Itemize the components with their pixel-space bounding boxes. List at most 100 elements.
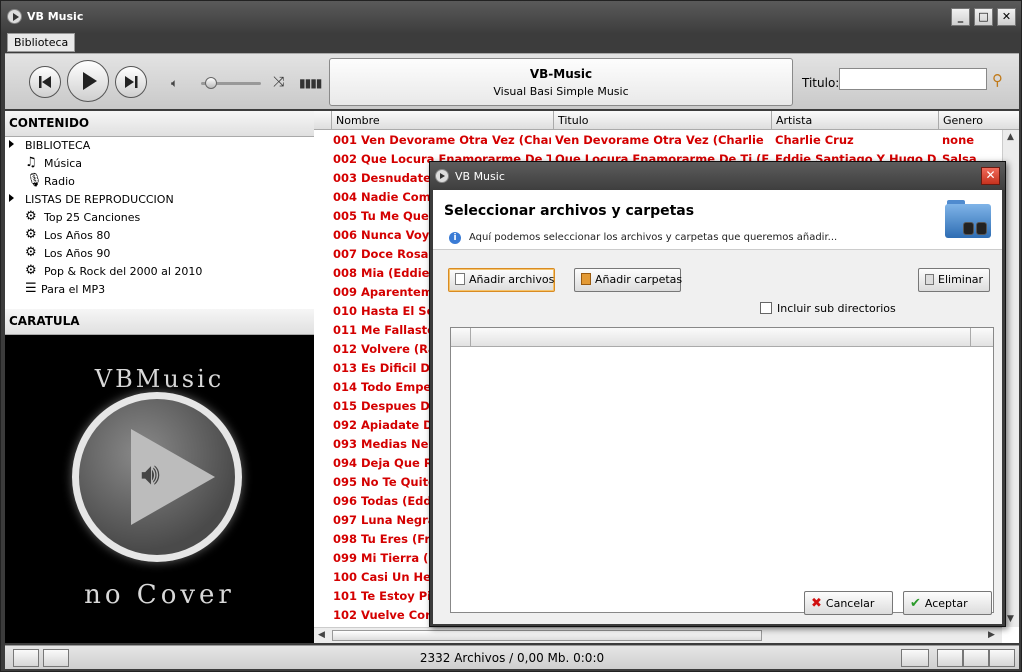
checkmark-icon: ✔ [910,596,921,611]
add-folders-button[interactable]: Añadir carpetas [574,268,683,292]
cancel-button[interactable]: ✖ Cancelar [804,591,893,615]
player-toolbar: 🔈︎ ⤨ ▮▮▮▮ VB-Music Visual Basi Simple Mu… [5,53,1019,109]
folder-search-icon [945,200,991,238]
maximize-button[interactable]: □ [974,8,993,26]
horizontal-scroll-thumb[interactable] [332,630,762,641]
include-subdirs-label: Incluir sub directorios [777,302,896,315]
no-cover-play-icon: 🔊︎ [72,392,242,562]
dialog-heading: Seleccionar archivos y carpetas [444,203,695,219]
microphone-icon: 🎙︎ [26,173,43,188]
tree-label: Para el MP3 [41,283,106,296]
accept-label: Aceptar [924,597,968,610]
cell-titulo: Ven Devorame Otra Vez (Charlie [555,133,764,147]
volume-icon: 🔈︎ [171,76,179,90]
search-icon[interactable]: ⚲ [992,71,1003,89]
tree-item-mp3[interactable]: ☰ Para el MP3 [5,281,305,299]
cancel-label: Cancelar [825,597,875,610]
scroll-up-icon[interactable]: ▲ [1007,132,1014,142]
tree-label: Música [44,157,83,170]
view-red-list-button[interactable] [901,649,929,667]
title-bar: VB Music _ □ ✕ [1,1,1021,33]
scroll-left-icon[interactable]: ◀ [318,630,325,640]
view-compact-button[interactable] [989,649,1015,667]
grid-header [451,328,993,347]
cell-artista: Charlie Cruz [775,133,854,147]
dialog-subtitle: Aquí podemos seleccionar los archivos y … [469,232,838,243]
grid-column-path[interactable] [471,328,971,347]
speaker-icon: 🔊︎ [141,457,160,492]
next-button[interactable] [115,66,147,98]
dialog-close-button[interactable]: ✕ [981,167,1000,185]
menu-biblioteca[interactable]: Biblioteca [7,33,76,52]
selected-files-grid[interactable] [450,327,994,613]
tree-item-radio[interactable]: 🎙︎ Radio [5,173,305,191]
horizontal-scrollbar[interactable]: ◀ ▶ [314,627,1002,643]
add-files-dialog: VB Music ✕ Seleccionar archivos y carpet… [429,161,1006,627]
tree-label: BIBLIOTECA [25,139,91,152]
tree-label: Los Años 90 [44,247,111,260]
cancel-icon: ✖ [811,596,822,611]
app-logo-icon [7,9,22,24]
folder-icon [581,273,591,285]
play-button[interactable] [67,60,109,102]
cover-header: CARATULA [5,309,314,335]
info-icon: i [449,232,461,244]
display-subtitle: Visual Basi Simple Music [493,85,629,98]
include-subdirs-checkbox[interactable] [760,302,772,314]
list-icon: ☰ [25,281,37,296]
tree-label: Pop & Rock del 2000 al 2010 [44,265,203,278]
trash-icon [925,274,934,285]
delete-label: Eliminar [938,273,984,286]
add-folders-label: Añadir carpetas [595,273,683,286]
tree-item-top25[interactable]: ⚙ Top 25 Canciones [5,209,305,227]
scroll-right-icon[interactable]: ▶ [988,630,995,640]
column-titulo[interactable]: Titulo [553,111,771,130]
tree-item-90s[interactable]: ⚙ Los Años 90 [5,245,305,263]
cover-bottom-text: no Cover [84,580,235,610]
tree-item-biblioteca[interactable]: BIBLIOTECA [5,137,305,155]
table-row[interactable]: 001 Ven Devorame Otra Vez (Charlie C Ven … [314,130,1002,149]
scroll-down-icon[interactable]: ▼ [1007,614,1014,624]
gear-icon: ⚙ [25,227,37,242]
tree-item-80s[interactable]: ⚙ Los Años 80 [5,227,305,245]
accept-button[interactable]: ✔ Aceptar [903,591,992,615]
dialog-title-bar: VB Music ✕ [430,162,1005,190]
close-button[interactable]: ✕ [997,8,1016,26]
column-genero[interactable]: Genero [938,111,1002,130]
tree-item-musica[interactable]: ♫ Música [5,155,305,173]
dialog-header: Seleccionar archivos y carpetas i Aquí p… [433,190,1002,250]
title-search-input[interactable] [839,68,987,90]
sidebar: CONTENIDO BIBLIOTECA ♫ Música 🎙︎ Radio L… [5,111,314,643]
tree-label: Top 25 Canciones [44,211,141,224]
volume-knob[interactable] [205,77,217,89]
expand-arrow-icon[interactable] [9,194,14,202]
view-details-button[interactable] [963,649,989,667]
shuffle-icon[interactable]: ⤨ [273,74,284,90]
cell-genero: none [942,133,975,147]
display-title: VB-Music [529,67,593,81]
music-note-icon: ♫ [25,155,37,170]
expand-arrow-icon[interactable] [9,140,14,148]
album-cover: VBMusic 🔊︎ no Cover [5,335,314,643]
now-playing-display: VB-Music Visual Basi Simple Music [329,58,793,106]
previous-button[interactable] [29,66,61,98]
dialog-body: Seleccionar archivos y carpetas i Aquí p… [433,190,1002,624]
play-icon [83,72,97,90]
tree-label: LISTAS DE REPRODUCCION [25,193,174,206]
add-files-button[interactable]: Añadir archivos [448,268,555,292]
tree-item-poprock[interactable]: ⚙ Pop & Rock del 2000 al 2010 [5,263,305,281]
column-artista[interactable]: Artista [771,111,938,130]
cell-nombre: 001 Ven Devorame Otra Vez (Charlie C [333,133,551,147]
track-list-header: Nombre Titulo Artista Genero [314,111,1019,130]
column-nombre[interactable]: Nombre [331,111,553,130]
cover-top-text: VBMusic [94,365,225,393]
gear-icon: ⚙ [25,245,37,260]
tree-item-listas[interactable]: LISTAS DE REPRODUCCION [5,191,305,209]
grid-column-check[interactable] [451,328,471,347]
delete-button[interactable]: Eliminar [918,268,990,292]
minimize-button[interactable]: _ [951,8,970,26]
view-list-button[interactable] [937,649,963,667]
next-icon [125,76,138,88]
equalizer-icon[interactable]: ▮▮▮▮ [299,76,322,90]
dialog-title: VB Music [455,170,505,183]
